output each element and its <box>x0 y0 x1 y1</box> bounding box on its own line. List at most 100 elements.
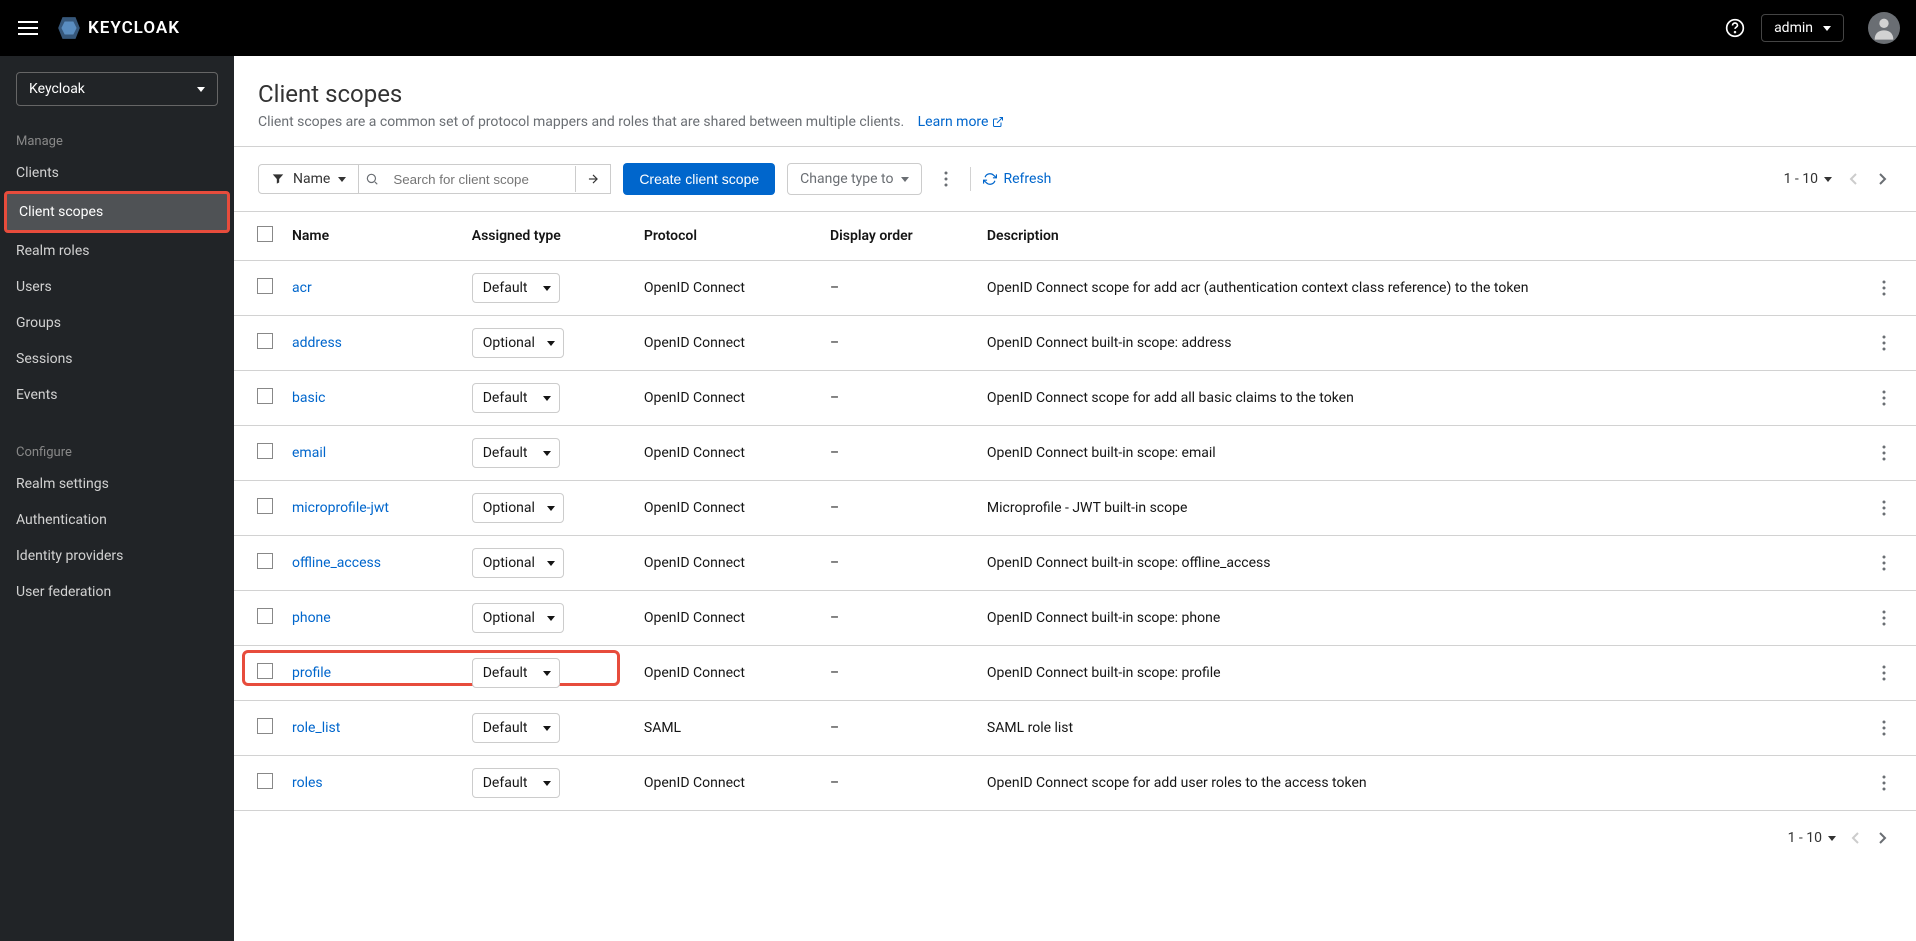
kebab-icon <box>1882 445 1886 461</box>
logo[interactable]: KEYCLOAK <box>56 15 180 41</box>
sidebar-item-user-federation[interactable]: User federation <box>0 574 234 610</box>
scope-name-link[interactable]: profile <box>292 665 331 681</box>
sidebar-item-identity-providers[interactable]: Identity providers <box>0 538 234 574</box>
row-checkbox[interactable] <box>257 608 273 624</box>
assigned-type-select[interactable]: Optional <box>472 328 564 358</box>
order-cell: – <box>822 701 979 756</box>
row-checkbox[interactable] <box>257 278 273 294</box>
sidebar-item-groups[interactable]: Groups <box>0 305 234 341</box>
assigned-type-select[interactable]: Default <box>472 658 560 688</box>
row-kebab-menu[interactable] <box>1874 441 1908 465</box>
col-description: Description <box>979 212 1866 261</box>
sidebar-item-sessions[interactable]: Sessions <box>0 341 234 377</box>
change-type-dropdown[interactable]: Change type to <box>787 163 922 195</box>
hamburger-menu-button[interactable] <box>16 16 40 40</box>
page-prev-button-bottom[interactable] <box>1846 827 1864 849</box>
sidebar-item-clients[interactable]: Clients <box>0 155 234 191</box>
learn-more-link[interactable]: Learn more <box>918 114 1005 130</box>
row-checkbox[interactable] <box>257 663 273 679</box>
user-dropdown[interactable]: admin <box>1761 14 1844 42</box>
type-value: Optional <box>483 610 535 626</box>
search-input[interactable] <box>385 166 575 193</box>
sidebar-item-realm-roles[interactable]: Realm roles <box>0 233 234 269</box>
assigned-type-select[interactable]: Default <box>472 768 560 798</box>
toolbar-kebab-menu[interactable] <box>934 165 958 193</box>
sidebar-item-authentication[interactable]: Authentication <box>0 502 234 538</box>
kebab-icon <box>1882 610 1886 626</box>
caret-down-icon <box>547 506 555 511</box>
assigned-type-select[interactable]: Default <box>472 383 560 413</box>
assigned-type-select[interactable]: Default <box>472 273 560 303</box>
kebab-icon <box>1882 335 1886 351</box>
type-value: Default <box>483 390 528 406</box>
chevron-right-icon <box>1878 172 1888 186</box>
row-kebab-menu[interactable] <box>1874 276 1908 300</box>
page-description: Client scopes are a common set of protoc… <box>258 114 904 130</box>
filter-icon <box>271 172 285 186</box>
row-kebab-menu[interactable] <box>1874 551 1908 575</box>
protocol-cell: OpenID Connect <box>636 646 822 701</box>
assigned-type-select[interactable]: Default <box>472 438 560 468</box>
row-checkbox[interactable] <box>257 498 273 514</box>
row-checkbox[interactable] <box>257 333 273 349</box>
scope-name-link[interactable]: acr <box>292 280 312 296</box>
assigned-type-select[interactable]: Optional <box>472 548 564 578</box>
search-icon <box>359 172 385 186</box>
scope-name-link[interactable]: email <box>292 445 326 461</box>
assigned-type-select[interactable]: Optional <box>472 603 564 633</box>
create-client-scope-button[interactable]: Create client scope <box>623 163 775 195</box>
page-info-dropdown-bottom[interactable]: 1 - 10 <box>1788 830 1836 846</box>
description-cell: SAML role list <box>979 701 1866 756</box>
order-cell: – <box>822 591 979 646</box>
description-cell: OpenID Connect built-in scope: address <box>979 316 1866 371</box>
protocol-cell: OpenID Connect <box>636 316 822 371</box>
caret-down-icon <box>901 177 909 182</box>
caret-down-icon <box>543 286 551 291</box>
row-kebab-menu[interactable] <box>1874 606 1908 630</box>
scope-name-link[interactable]: role_list <box>292 720 340 736</box>
row-checkbox[interactable] <box>257 443 273 459</box>
chevron-right-icon <box>1878 831 1888 845</box>
description-cell: OpenID Connect built-in scope: phone <box>979 591 1866 646</box>
row-kebab-menu[interactable] <box>1874 496 1908 520</box>
description-cell: OpenID Connect scope for add user roles … <box>979 756 1866 811</box>
search-go-button[interactable] <box>575 166 610 192</box>
scope-name-link[interactable]: offline_access <box>292 555 381 571</box>
description-cell: OpenID Connect built-in scope: email <box>979 426 1866 481</box>
assigned-type-select[interactable]: Default <box>472 713 560 743</box>
refresh-button[interactable]: Refresh <box>983 171 1051 187</box>
kebab-icon <box>1882 720 1886 736</box>
scope-name-link[interactable]: roles <box>292 775 323 791</box>
type-value: Default <box>483 665 528 681</box>
row-checkbox[interactable] <box>257 718 273 734</box>
sidebar-item-client-scopes[interactable]: Client scopes <box>4 191 230 233</box>
row-checkbox[interactable] <box>257 388 273 404</box>
row-kebab-menu[interactable] <box>1874 716 1908 740</box>
row-checkbox[interactable] <box>257 773 273 789</box>
sidebar-item-users[interactable]: Users <box>0 269 234 305</box>
caret-down-icon <box>1823 26 1831 31</box>
select-all-checkbox[interactable] <box>257 226 273 242</box>
table-row: phone Optional OpenID Connect – OpenID C… <box>234 591 1916 646</box>
sidebar-item-realm-settings[interactable]: Realm settings <box>0 466 234 502</box>
page-info-dropdown[interactable]: 1 - 10 <box>1784 171 1832 187</box>
help-icon[interactable] <box>1725 18 1745 38</box>
row-kebab-menu[interactable] <box>1874 331 1908 355</box>
row-kebab-menu[interactable] <box>1874 386 1908 410</box>
page-next-button[interactable] <box>1874 168 1892 190</box>
page-next-button-bottom[interactable] <box>1874 827 1892 849</box>
page-desc-wrap: Client scopes are a common set of protoc… <box>258 114 1892 130</box>
scope-name-link[interactable]: microprofile-jwt <box>292 500 389 516</box>
row-kebab-menu[interactable] <box>1874 661 1908 685</box>
avatar[interactable] <box>1868 12 1900 44</box>
filter-dropdown[interactable]: Name <box>258 164 359 194</box>
realm-dropdown[interactable]: Keycloak <box>16 72 218 106</box>
row-kebab-menu[interactable] <box>1874 771 1908 795</box>
assigned-type-select[interactable]: Optional <box>472 493 564 523</box>
sidebar-item-events[interactable]: Events <box>0 377 234 413</box>
row-checkbox[interactable] <box>257 553 273 569</box>
page-prev-button[interactable] <box>1844 168 1862 190</box>
scope-name-link[interactable]: phone <box>292 610 331 626</box>
scope-name-link[interactable]: address <box>292 335 342 351</box>
scope-name-link[interactable]: basic <box>292 390 325 406</box>
